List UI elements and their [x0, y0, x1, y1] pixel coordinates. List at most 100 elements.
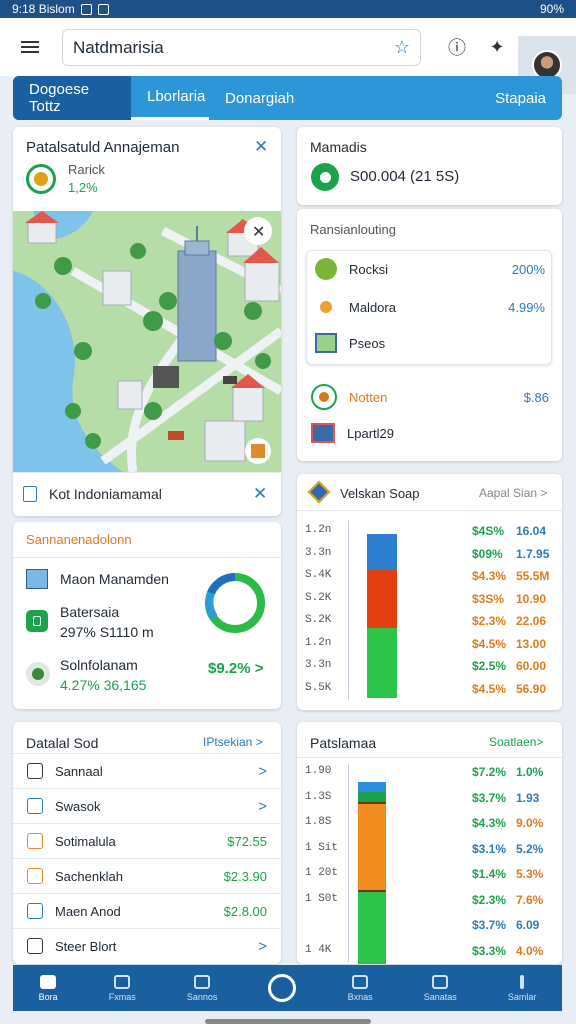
- chart1-tick-label: S.5K: [305, 681, 332, 694]
- row-label: Sotimalula: [55, 833, 116, 849]
- nav-item-2[interactable]: Fxmas: [109, 974, 136, 1002]
- nav-item-7[interactable]: Samlar: [508, 974, 536, 1002]
- management-title: Sannanenadolonn: [26, 532, 132, 547]
- help-icon[interactable]: ⓘ: [446, 36, 468, 58]
- chart1-value-b: 22.06: [516, 614, 547, 628]
- chart1-tick-label: 1.2n: [305, 524, 332, 536]
- resource-row-3[interactable]: Pseos: [315, 333, 545, 353]
- chart2-value-a: $3.7%: [472, 918, 507, 932]
- map-sub-label: Rarick: [68, 162, 105, 177]
- chart1-value-b: 55.5M: [516, 569, 550, 583]
- resource-row-5[interactable]: Lpartl29: [311, 423, 549, 443]
- chart1-value-a: $3S%: [472, 591, 505, 606]
- chart1-value-a: $4S%: [472, 524, 505, 538]
- details-row[interactable]: Sotimalula $72.55: [13, 823, 281, 858]
- nav-center[interactable]: [268, 974, 297, 1002]
- chart2-tick-label: 1 Sit: [305, 841, 339, 854]
- chart1-link[interactable]: Aapal Sian >: [479, 486, 547, 500]
- hamburger-icon: [21, 38, 39, 56]
- search-field[interactable]: Natdmarisia ☆: [62, 29, 421, 66]
- details-row[interactable]: Maen Anod $2.8.00: [13, 893, 281, 928]
- row-value: >: [258, 937, 267, 955]
- details-row[interactable]: Steer Blort >: [13, 928, 281, 963]
- row-label: Maen Anod: [55, 903, 121, 919]
- row-value: $2.3.90: [223, 868, 267, 884]
- check-icon: [311, 163, 339, 191]
- resources-section-title: Ransianlouting: [310, 222, 397, 237]
- star-icon[interactable]: ☆: [394, 37, 410, 58]
- status-time: 9:18 Bislom: [12, 2, 75, 16]
- management-row-3-metric[interactable]: $9.2% >: [208, 660, 263, 677]
- leaf-icon: [315, 258, 337, 280]
- tab-overview[interactable]: Dogoese Tottz: [13, 76, 131, 120]
- nav-item-3[interactable]: Sannos: [186, 974, 218, 1002]
- row-icon: [27, 903, 43, 919]
- menu-button[interactable]: [0, 18, 60, 76]
- row-icon: [27, 763, 43, 779]
- map-footer[interactable]: Kot Indoniamamal ✕: [13, 472, 281, 516]
- resource-label: Pseos: [349, 335, 386, 351]
- tab-second[interactable]: Lborlaria: [131, 76, 209, 120]
- resource-value: 200%: [511, 261, 545, 277]
- globe-icon: [26, 662, 50, 686]
- nav-item-5[interactable]: Bxnas: [348, 974, 373, 1002]
- search-icon: [432, 974, 449, 989]
- tab-third[interactable]: Donargiah: [209, 76, 310, 120]
- nav-item-6[interactable]: Sanatas: [424, 974, 457, 1002]
- city-map[interactable]: ✕: [13, 211, 281, 472]
- row-value: $72.55: [227, 833, 267, 849]
- chart1-tick-label: 1.2n: [305, 636, 332, 649]
- chart1-value-b: 60.00: [516, 659, 547, 673]
- resource-row-4[interactable]: Notten $.86: [311, 384, 549, 410]
- chart2-title: Patslamaa: [310, 735, 377, 751]
- chart2-tick-label: 1 20t: [305, 867, 339, 879]
- details-row[interactable]: Swasok >: [13, 788, 281, 823]
- management-row-3-label: Solnfolanam: [60, 657, 138, 673]
- chart1-value-a: $4.5%: [472, 681, 507, 696]
- map-footer-close-icon[interactable]: ✕: [253, 484, 267, 504]
- chart1-value-a: $4.3%: [472, 569, 507, 583]
- chart2-tick-label: 1 4K: [305, 943, 332, 956]
- map-footer-label: Kot Indoniamamal: [49, 486, 162, 502]
- chart1-value-a: $09%: [472, 546, 503, 561]
- coin-icon: [315, 296, 337, 318]
- chart2-link[interactable]: Soatlaen>: [489, 735, 543, 749]
- resource-label: Notten: [349, 389, 388, 405]
- chart1-title: Velskan Soap: [340, 486, 420, 501]
- building-icon: [311, 423, 335, 443]
- top-app-bar: Natdmarisia ☆ ⓘ ✦: [0, 18, 576, 94]
- row-icon: [27, 868, 43, 884]
- close-icon[interactable]: ✕: [254, 137, 268, 157]
- tab-bar: Dogoese Tottz Lborlaria Donargiah Stapai…: [13, 76, 562, 120]
- nav-home[interactable]: Bora: [39, 974, 58, 1002]
- chart2-value-a: $3.7%: [472, 790, 507, 805]
- details-row[interactable]: Sachenklah $2.3.90: [13, 858, 281, 893]
- home-icon: [40, 974, 57, 989]
- chart1-tick-label: 3.3n: [305, 546, 332, 559]
- management-row-label: Maon Manamden: [60, 571, 169, 587]
- box-icon: [315, 333, 337, 353]
- tab-fourth[interactable]: Stapaia: [479, 76, 562, 120]
- chart2-value-a: $4.3%: [472, 816, 507, 830]
- chart1-tick-label: S.2K: [305, 614, 332, 626]
- app-icon: [97, 3, 109, 15]
- chart1-value-b: 13.00: [516, 636, 547, 651]
- status-bar: 9:18 Bislom 90%: [0, 0, 576, 18]
- chart2-value-b: 6.09: [516, 918, 540, 932]
- nav-label: Sannos: [186, 991, 218, 1002]
- chart1-tick-label: S.4K: [305, 569, 332, 581]
- chart2-bar-green-top: [358, 792, 386, 802]
- details-row[interactable]: Sannaal >: [13, 753, 281, 788]
- details-link[interactable]: IPtsekian >: [203, 735, 263, 749]
- management-row-1[interactable]: Maon Manamden: [26, 569, 169, 589]
- chart2-bar-blue: [358, 782, 386, 792]
- management-row-2-value: 297% S1110 m: [60, 624, 154, 640]
- chart2-value-a: $7.2%: [472, 765, 507, 779]
- row-icon: [27, 938, 43, 954]
- settings-icon[interactable]: ✦: [486, 36, 508, 58]
- resource-row-2[interactable]: Maldora 4.99%: [315, 296, 545, 318]
- chart2-tick-label: 1.3S: [305, 790, 332, 803]
- row-icon: [27, 833, 43, 849]
- row-value: $2.8.00: [223, 903, 267, 919]
- resource-row-1[interactable]: Rocksi 200%: [315, 258, 545, 280]
